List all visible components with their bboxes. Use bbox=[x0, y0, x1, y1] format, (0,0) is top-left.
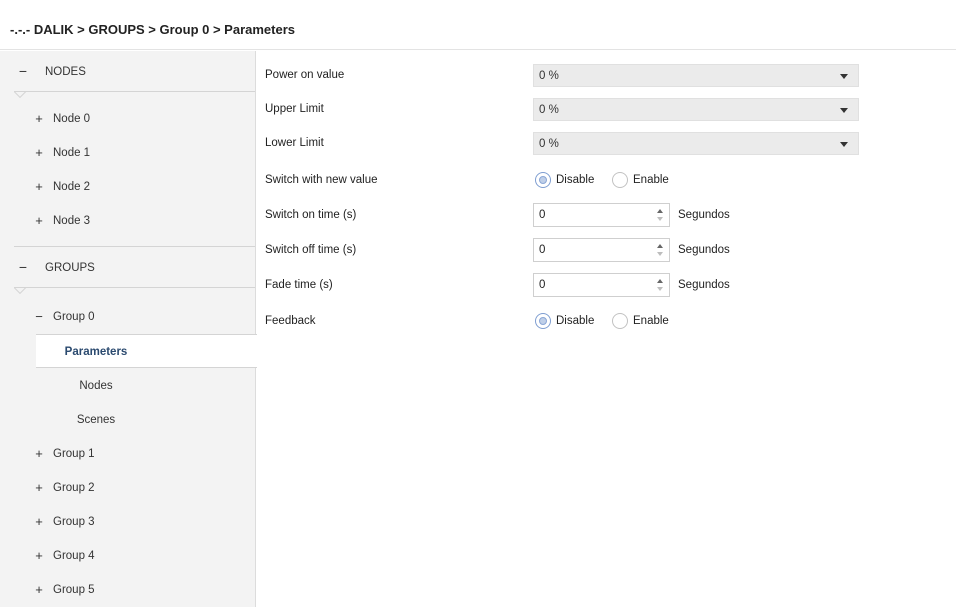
sidebar-item-group-4[interactable]: + Group 4 bbox=[0, 539, 255, 573]
param-label: Lower Limit bbox=[265, 137, 324, 149]
radio-label[interactable]: Enable bbox=[633, 315, 669, 327]
divider-notch bbox=[14, 92, 26, 98]
radio-disable[interactable] bbox=[535, 172, 551, 188]
param-row-power-on: Power on value 0 % bbox=[257, 59, 956, 93]
spin-down-icon[interactable] bbox=[657, 287, 663, 291]
param-row-lower-limit: Lower Limit 0 % bbox=[257, 127, 956, 161]
breadcrumb: -.-.- DALIK > GROUPS > Group 0 > Paramet… bbox=[0, 0, 956, 50]
radio-enable[interactable] bbox=[612, 172, 628, 188]
param-row-switch-on-time: Switch on time (s) 0 Segundos bbox=[257, 199, 956, 233]
sidebar-item-parameters[interactable]: Parameters bbox=[36, 334, 257, 368]
expand-icon[interactable]: + bbox=[34, 548, 44, 563]
radio-label[interactable]: Disable bbox=[556, 174, 594, 186]
collapse-icon[interactable]: − bbox=[17, 63, 29, 79]
dropdown-arrow-icon bbox=[840, 142, 848, 147]
divider bbox=[14, 287, 255, 288]
input-value: 0 bbox=[539, 244, 546, 256]
switch-on-time-input[interactable]: 0 bbox=[533, 203, 670, 227]
unit-label: Segundos bbox=[678, 209, 730, 221]
parameters-panel: Power on value 0 % Upper Limit 0 % Lower… bbox=[257, 51, 956, 607]
spin-down-icon[interactable] bbox=[657, 217, 663, 221]
param-row-feedback: Feedback Disable Enable bbox=[257, 305, 956, 339]
sidebar-item-label: Group 2 bbox=[53, 482, 95, 494]
param-label: Switch on time (s) bbox=[265, 209, 357, 221]
param-label: Upper Limit bbox=[265, 103, 324, 115]
sidebar-item-label: Scenes bbox=[76, 414, 116, 426]
sidebar-item-label: Parameters bbox=[64, 346, 128, 358]
expand-icon[interactable]: + bbox=[34, 145, 44, 160]
sidebar-item-nodes[interactable]: Nodes bbox=[36, 369, 256, 403]
sidebar-item-group-5[interactable]: + Group 5 bbox=[0, 573, 255, 607]
expand-icon[interactable]: + bbox=[34, 514, 44, 529]
collapse-icon[interactable]: − bbox=[17, 259, 29, 275]
section-label-nodes: NODES bbox=[45, 66, 86, 78]
param-label: Feedback bbox=[265, 315, 316, 327]
param-label: Switch with new value bbox=[265, 174, 378, 186]
param-row-upper-limit: Upper Limit 0 % bbox=[257, 93, 956, 127]
upper-limit-select[interactable]: 0 % bbox=[533, 98, 859, 121]
spin-up-icon[interactable] bbox=[657, 279, 663, 283]
sidebar-item-label: Group 4 bbox=[53, 550, 95, 562]
sidebar-item-group-3[interactable]: + Group 3 bbox=[0, 505, 255, 539]
expand-icon[interactable]: + bbox=[34, 179, 44, 194]
section-header-groups[interactable]: − GROUPS bbox=[0, 247, 255, 288]
dropdown-arrow-icon bbox=[840, 74, 848, 79]
spin-down-icon[interactable] bbox=[657, 252, 663, 256]
sidebar-item-group-2[interactable]: + Group 2 bbox=[0, 471, 255, 505]
param-row-fade-time: Fade time (s) 0 Segundos bbox=[257, 269, 956, 303]
unit-label: Segundos bbox=[678, 244, 730, 256]
sidebar-item-node-0[interactable]: + Node 0 bbox=[0, 102, 255, 136]
sidebar-item-label: Node 0 bbox=[53, 113, 91, 125]
power-on-value-select[interactable]: 0 % bbox=[533, 64, 859, 87]
radio-disable[interactable] bbox=[535, 313, 551, 329]
expand-icon[interactable]: + bbox=[34, 213, 44, 228]
sidebar-item-label: Node 2 bbox=[53, 181, 91, 193]
sidebar-item-label: Nodes bbox=[79, 380, 113, 392]
radio-enable[interactable] bbox=[612, 313, 628, 329]
select-value: 0 % bbox=[539, 70, 559, 82]
param-row-switch-off-time: Switch off time (s) 0 Segundos bbox=[257, 234, 956, 268]
collapse-icon[interactable]: − bbox=[34, 309, 44, 324]
radio-label[interactable]: Disable bbox=[556, 315, 594, 327]
sidebar-item-label: Node 1 bbox=[53, 147, 91, 159]
sidebar-item-group-1[interactable]: + Group 1 bbox=[0, 437, 255, 471]
section-label-groups: GROUPS bbox=[45, 262, 95, 274]
expand-icon[interactable]: + bbox=[34, 446, 44, 461]
sidebar-item-label: Node 3 bbox=[53, 215, 91, 227]
switch-off-time-input[interactable]: 0 bbox=[533, 238, 670, 262]
param-row-switch-new-value: Switch with new value Disable Enable bbox=[257, 164, 956, 198]
fade-time-input[interactable]: 0 bbox=[533, 273, 670, 297]
sidebar-item-scenes[interactable]: Scenes bbox=[36, 403, 256, 437]
param-label: Power on value bbox=[265, 69, 345, 81]
radio-label[interactable]: Enable bbox=[633, 174, 669, 186]
expand-icon[interactable]: + bbox=[34, 111, 44, 126]
divider-notch bbox=[14, 288, 26, 294]
spin-up-icon[interactable] bbox=[657, 244, 663, 248]
divider bbox=[14, 91, 255, 92]
sidebar-item-label: Group 3 bbox=[53, 516, 95, 528]
dropdown-arrow-icon bbox=[840, 108, 848, 113]
sidebar-item-node-2[interactable]: + Node 2 bbox=[0, 170, 255, 204]
lower-limit-select[interactable]: 0 % bbox=[533, 132, 859, 155]
select-value: 0 % bbox=[539, 104, 559, 116]
expand-icon[interactable]: + bbox=[34, 582, 44, 597]
expand-icon[interactable]: + bbox=[34, 480, 44, 495]
sidebar-item-label: Group 5 bbox=[53, 584, 95, 596]
unit-label: Segundos bbox=[678, 279, 730, 291]
sidebar-item-node-3[interactable]: + Node 3 bbox=[0, 204, 255, 238]
sidebar-item-label: Group 0 bbox=[53, 311, 95, 323]
sidebar-tree: − NODES + Node 0 + Node 1 + Node 2 + Nod… bbox=[0, 51, 257, 607]
select-value: 0 % bbox=[539, 138, 559, 150]
spin-up-icon[interactable] bbox=[657, 209, 663, 213]
input-value: 0 bbox=[539, 209, 546, 221]
param-label: Switch off time (s) bbox=[265, 244, 357, 256]
sidebar-item-group-0[interactable]: − Group 0 bbox=[0, 300, 255, 334]
param-label: Fade time (s) bbox=[265, 279, 333, 291]
input-value: 0 bbox=[539, 279, 546, 291]
section-header-nodes[interactable]: − NODES bbox=[0, 51, 255, 92]
sidebar-item-node-1[interactable]: + Node 1 bbox=[0, 136, 255, 170]
sidebar-item-label: Group 1 bbox=[53, 448, 95, 460]
